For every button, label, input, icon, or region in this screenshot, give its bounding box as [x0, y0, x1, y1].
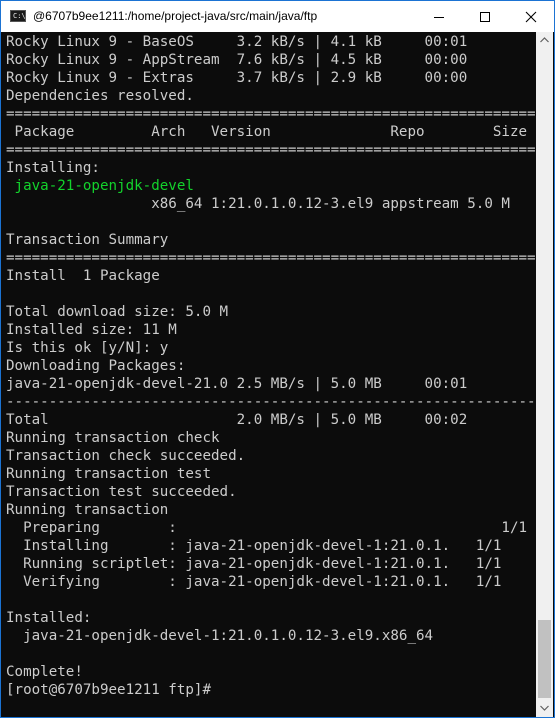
window-title: @6707b9ee1211:/home/project-java/src/mai…: [33, 9, 318, 23]
terminal-line: Installed:: [6, 610, 92, 626]
vertical-scrollbar[interactable]: [536, 32, 553, 717]
terminal-line: Is this ok [y/N]: y: [6, 340, 169, 356]
chevron-down-icon: [540, 705, 549, 711]
terminal-window: C:\ @6707b9ee1211:/home/project-java/src…: [0, 0, 555, 718]
terminal-line: Transaction Summary: [6, 232, 169, 248]
terminal-line: Rocky Linux 9 - BaseOS 3.2 kB/s | 4.1 kB…: [6, 34, 468, 50]
terminal-line: x86_64 1:21.0.1.0.12-3.el9 appstream 5.0…: [6, 196, 510, 212]
terminal-line: java-21-openjdk-devel-21.0 2.5 MB/s | 5.…: [6, 376, 468, 392]
terminal-line: [root@6707b9ee1211 ftp]#: [6, 682, 211, 698]
minimize-icon: [434, 17, 444, 18]
terminal-line: ----------------------------------------…: [6, 394, 535, 410]
terminal-output[interactable]: Rocky Linux 9 - BaseOS 3.2 kB/s | 4.1 kB…: [2, 32, 535, 717]
terminal-line: Rocky Linux 9 - Extras 3.7 kB/s | 2.9 kB…: [6, 70, 468, 86]
terminal-line: java-21-openjdk-devel-1:21.0.1.0.12-3.el…: [6, 628, 434, 644]
terminal-line: Complete!: [6, 664, 83, 680]
terminal-line: Preparing : 1/1: [6, 520, 528, 536]
terminal-line: Total 2.0 MB/s | 5.0 MB 00:02: [6, 412, 468, 428]
title-bar[interactable]: C:\ @6707b9ee1211:/home/project-java/src…: [1, 1, 554, 32]
minimize-button[interactable]: [416, 1, 462, 32]
app-icon-glyph: C:\: [13, 12, 26, 20]
terminal-line: Install 1 Package: [6, 268, 160, 284]
console-app-icon[interactable]: C:\: [10, 10, 26, 22]
terminal-text: Rocky Linux 9 - BaseOS 3.2 kB/s | 4.1 kB…: [2, 33, 535, 699]
terminal-line: Verifying : java-21-openjdk-devel-1:21.0…: [6, 574, 502, 590]
terminal-line: java-21-openjdk-devel: [6, 178, 194, 194]
maximize-button[interactable]: [462, 1, 508, 32]
terminal-line: Package Arch Version Repo Size: [6, 124, 528, 140]
terminal-line: ========================================…: [6, 142, 535, 158]
scrollbar-thumb[interactable]: [538, 620, 551, 698]
terminal-line: Installed size: 11 M: [6, 322, 177, 338]
terminal-line: Installing:: [6, 160, 100, 176]
terminal-line: Running scriptlet: java-21-openjdk-devel…: [6, 556, 502, 572]
terminal-line: Running transaction: [6, 502, 169, 518]
close-icon: [525, 11, 537, 23]
terminal-line: ========================================…: [6, 250, 535, 266]
chevron-up-icon: [540, 37, 549, 43]
terminal-line: Running transaction check: [6, 430, 220, 446]
terminal-line: ========================================…: [6, 106, 535, 122]
maximize-icon: [480, 12, 490, 22]
terminal-line: Downloading Packages:: [6, 358, 186, 374]
scroll-up-button[interactable]: [536, 32, 553, 49]
scroll-down-button[interactable]: [536, 700, 553, 717]
terminal-line: Running transaction test: [6, 466, 211, 482]
terminal-line: Rocky Linux 9 - AppStream 7.6 kB/s | 4.5…: [6, 52, 468, 68]
terminal-line: Transaction test succeeded.: [6, 484, 237, 500]
terminal-line: Transaction check succeeded.: [6, 448, 246, 464]
terminal-line: Total download size: 5.0 M: [6, 304, 229, 320]
terminal-line: Dependencies resolved.: [6, 88, 194, 104]
close-button[interactable]: [508, 1, 554, 32]
terminal-line: Installing : java-21-openjdk-devel-1:21.…: [6, 538, 502, 554]
